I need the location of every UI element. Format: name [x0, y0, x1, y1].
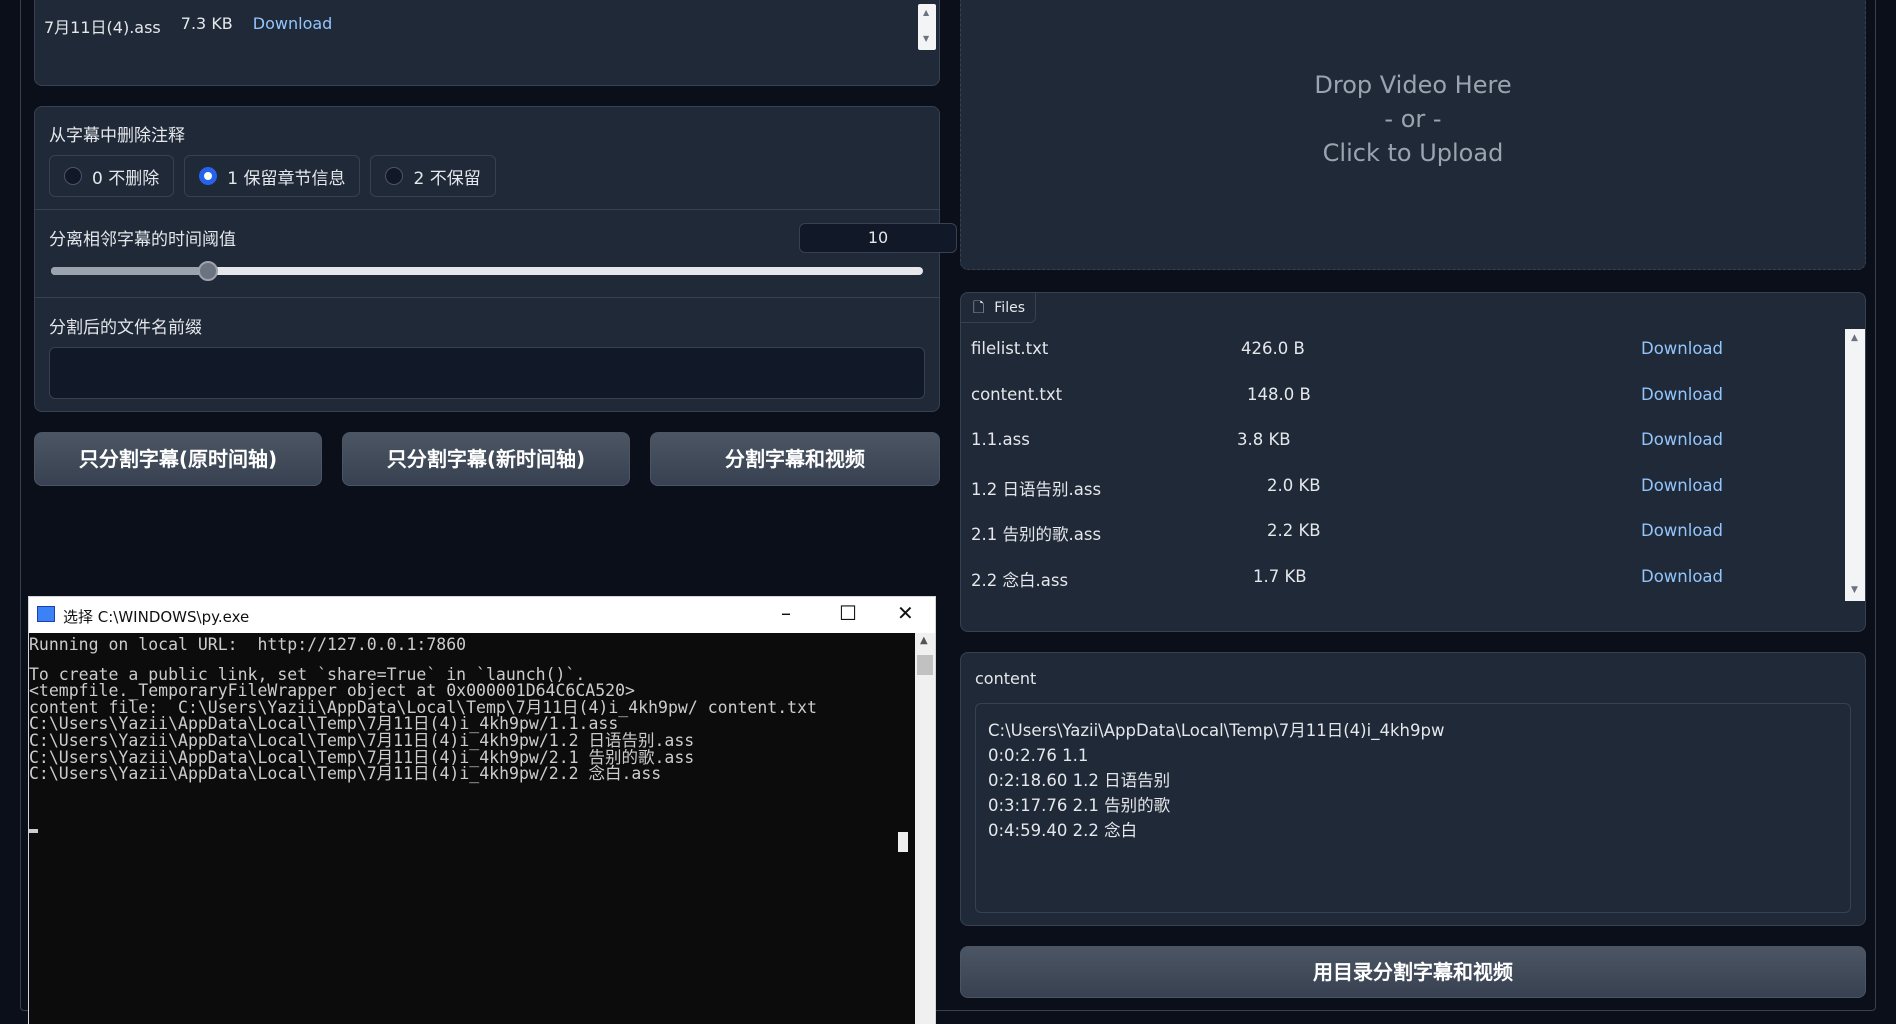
python-icon — [37, 606, 55, 622]
divider — [35, 209, 939, 210]
file-name: filelist.txt — [971, 339, 1049, 358]
drop-text-line2: - or - — [1384, 105, 1442, 133]
video-upload-dropzone[interactable]: Drop Video Here - or - Click to Upload — [960, 0, 1866, 270]
threshold-slider-thumb[interactable] — [197, 261, 218, 281]
console-cursor — [29, 829, 38, 833]
content-panel: content C:\Users\Yazii\AppData\Local\Tem… — [960, 652, 1866, 926]
split-subtitle-and-video-button[interactable]: 分割字幕和视频 — [650, 432, 940, 486]
split-options-panel: 从字幕中删除注释 0 不删除 1 保留章节信息 2 不保留 分离相邻字幕的时间阈… — [34, 106, 957, 412]
radio-option-1[interactable]: 1 保留章节信息 — [184, 155, 361, 197]
file-size: 2.2 KB — [1267, 521, 1321, 541]
file-name: 2.1 告别的歌.ass — [971, 525, 1102, 545]
file-row: 2.1 告别的歌.ass 2.2 KB Download — [971, 509, 1831, 553]
drop-text-line1: Drop Video Here — [1314, 71, 1512, 99]
file-download-link[interactable]: Download — [1641, 476, 1723, 495]
file-download-link[interactable]: Download — [1641, 521, 1723, 540]
console-line: Running on local URL: http://127.0.0.1:7… — [29, 635, 467, 654]
console-output: Running on local URL: http://127.0.0.1:7… — [29, 633, 915, 784]
file-row: 1.1.ass 3.8 KB Download — [971, 418, 1831, 462]
file-size: 1.7 KB — [1253, 567, 1307, 586]
split-subtitle-original-timeline-button[interactable]: 只分割字幕(原时间轴) — [34, 432, 322, 486]
app-page: 7月11日(4).ass 7.3 KB Download ▲ ▼ 从字幕中删除注… — [0, 0, 1896, 1024]
file-download-link[interactable]: Download — [1641, 567, 1723, 586]
threshold-label: 分离相邻字幕的时间阈值 — [49, 230, 236, 250]
split-by-directory-button[interactable]: 用目录分割字幕和视频 — [960, 946, 1866, 998]
radio-label-0: 0 不删除 — [92, 168, 160, 189]
maximize-icon[interactable]: ☐ — [839, 601, 857, 625]
content-label: content — [975, 669, 1037, 688]
remove-notes-label: 从字幕中删除注释 — [49, 126, 185, 146]
threshold-number-input[interactable]: 10 — [799, 223, 957, 253]
scroll-down-icon[interactable]: ▼ — [923, 34, 929, 43]
files-scrollbar[interactable]: ▲ ▼ — [1845, 329, 1865, 601]
radio-label-1: 1 保留章节信息 — [227, 168, 346, 189]
split-subtitle-new-timeline-button[interactable]: 只分割字幕(新时间轴) — [342, 432, 630, 486]
file-row: content.txt 148.0 B Download — [971, 373, 1831, 417]
file-name: 1.1.ass — [971, 430, 1030, 450]
file-name: content.txt — [971, 384, 1063, 404]
content-line: 0:0:2.76 1.1 — [988, 746, 1089, 765]
file-icon: 🗋 — [973, 299, 985, 316]
prefix-label: 分割后的文件名前缀 — [49, 318, 202, 338]
radio-option-0[interactable]: 0 不删除 — [49, 155, 175, 197]
uploaded-subtitle-file-panel — [34, 0, 940, 86]
console-line: C:\Users\Yazii\AppData\Local\Temp\7月11日(… — [29, 764, 662, 784]
radio-dot-0 — [64, 167, 82, 185]
scroll-up-icon[interactable]: ▲ — [1851, 333, 1858, 343]
console-scroll-thumb[interactable] — [917, 655, 933, 675]
minimize-icon[interactable]: – — [781, 601, 791, 625]
remove-notes-radio-group: 0 不删除 1 保留章节信息 2 不保留 — [49, 155, 496, 197]
uploaded-file-download-link[interactable]: Download — [253, 14, 333, 38]
console-line: To create a public link, set `share=True… — [29, 664, 586, 684]
file-download-link[interactable]: Download — [1641, 385, 1723, 404]
file-name: 2.2 念白.ass — [971, 571, 1069, 590]
file-name: 1.2 日语告别.ass — [971, 479, 1102, 499]
uploaded-file-scrollbar[interactable]: ▲ ▼ — [918, 4, 936, 50]
uploaded-file-row: 7月11日(4).ass 7.3 KB Download — [44, 14, 332, 38]
console-line: C:\Users\Yazii\AppData\Local\Temp\7月11日(… — [29, 747, 695, 767]
console-title: 选择 C:\WINDOWS\py.exe — [63, 608, 250, 626]
uploaded-file-name: 7月11日(4).ass — [44, 18, 161, 37]
files-tab-label: Files — [994, 299, 1025, 316]
console-window: 选择 C:\WINDOWS\py.exe – ☐ ✕ Running on lo… — [28, 596, 936, 1024]
console-line: C:\Users\Yazii\AppData\Local\Temp\7月11日(… — [29, 730, 695, 750]
console-title-bar[interactable]: 选择 C:\WINDOWS\py.exe – ☐ ✕ — [29, 597, 935, 633]
console-line: content file: C:\Users\Yazii\AppData\Loc… — [29, 697, 817, 717]
content-line: 0:4:59.40 2.2 念白 — [988, 821, 1138, 840]
threshold-slider[interactable] — [51, 261, 923, 281]
divider — [35, 297, 939, 298]
close-icon[interactable]: ✕ — [897, 601, 914, 625]
files-tab: 🗋 Files — [961, 293, 1036, 323]
file-size: 2.0 KB — [1267, 475, 1321, 495]
uploaded-file-size: 7.3 KB — [180, 14, 233, 33]
output-files-panel: 🗋 Files filelist.txt 426.0 B Download conte… — [960, 292, 1866, 632]
drop-text-line3: Click to Upload — [1322, 139, 1504, 167]
scroll-up-icon[interactable]: ▲ — [923, 8, 929, 17]
file-row: filelist.txt 426.0 B Download — [971, 327, 1831, 371]
file-row: 2.2 念白.ass 1.7 KB Download — [971, 555, 1831, 599]
console-caret-block — [898, 832, 908, 852]
content-line: 0:3:17.76 2.1 告别的歌 — [988, 796, 1171, 815]
content-line: C:\Users\Yazii\AppData\Local\Temp\7月11日(… — [988, 721, 1445, 740]
content-textarea[interactable]: C:\Users\Yazii\AppData\Local\Temp\7月11日(… — [975, 703, 1851, 913]
radio-label-2: 2 不保留 — [413, 168, 481, 189]
file-download-link[interactable]: Download — [1641, 339, 1723, 358]
scroll-up-icon[interactable]: ▲ — [920, 635, 928, 646]
radio-option-2[interactable]: 2 不保留 — [370, 155, 496, 197]
file-size: 3.8 KB — [1237, 430, 1291, 450]
file-size: 148.0 B — [1247, 384, 1311, 404]
content-line: 0:2:18.60 1.2 日语告别 — [988, 771, 1171, 790]
radio-dot-1 — [199, 167, 218, 185]
scroll-down-icon[interactable]: ▼ — [1851, 585, 1858, 595]
radio-dot-2 — [385, 167, 404, 185]
console-scrollbar[interactable]: ▲ — [915, 633, 935, 1024]
file-download-link[interactable]: Download — [1641, 430, 1723, 449]
console-line: <tempfile._TemporaryFileWrapper object a… — [29, 681, 635, 701]
filename-prefix-input[interactable] — [49, 347, 925, 399]
file-row: 1.2 日语告别.ass 2.0 KB Download — [971, 464, 1831, 508]
file-size: 426.0 B — [1241, 339, 1305, 358]
threshold-slider-fill — [51, 267, 208, 275]
